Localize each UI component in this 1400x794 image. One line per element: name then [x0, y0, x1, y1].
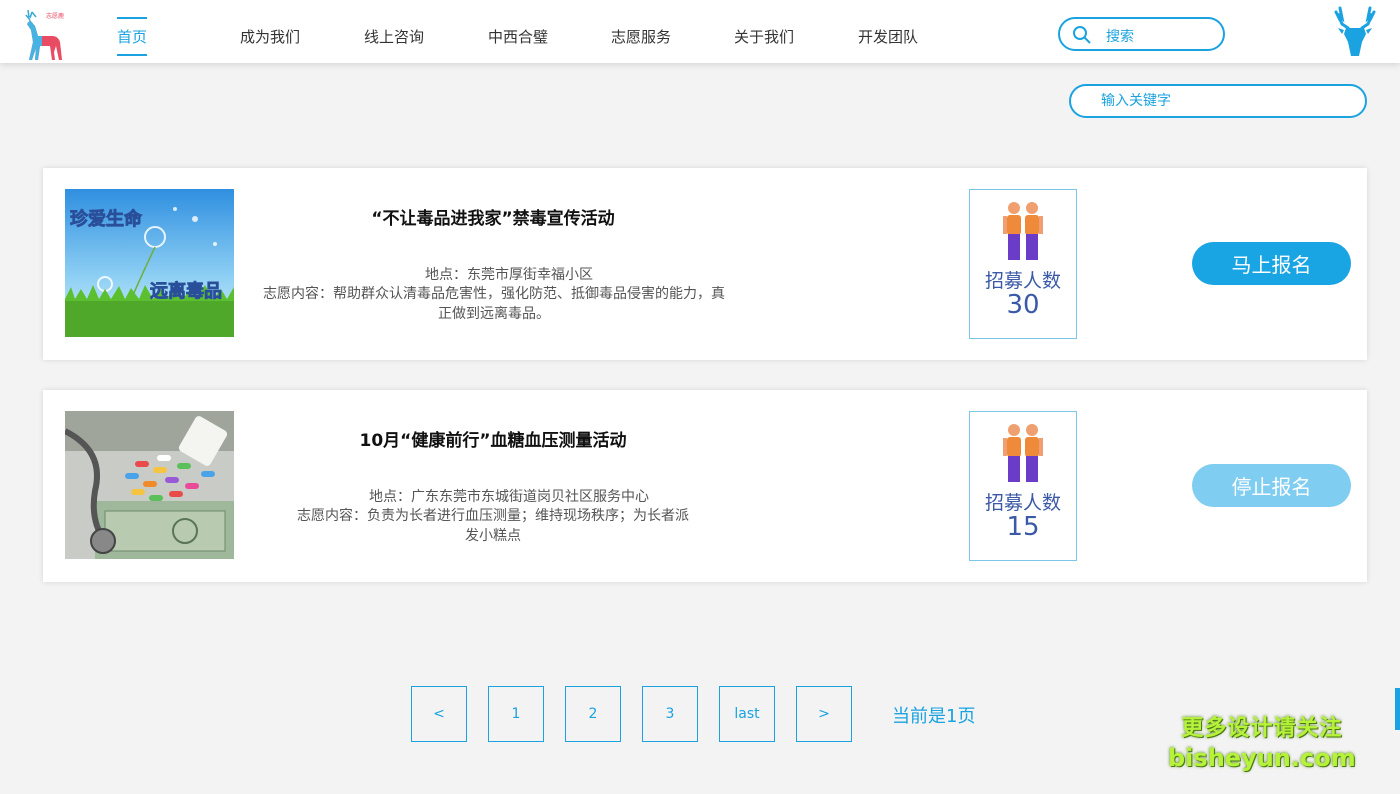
recruit-label: 招募人数: [984, 492, 1061, 514]
last-page-button[interactable]: last: [719, 686, 775, 742]
page-1-button[interactable]: 1: [488, 686, 544, 742]
register-now-button[interactable]: 马上报名: [1192, 242, 1351, 285]
recruit-count-box: 招募人数 15: [969, 411, 1077, 561]
watermark-line-1: 更多设计请关注: [1181, 716, 1343, 741]
watermark-line-2: bisheyun.com: [1168, 744, 1356, 772]
nav-item-dev-team[interactable]: 开发团队: [858, 26, 918, 47]
activity-image-anti-drug: 珍爱生命 远离毒品: [65, 189, 234, 337]
logo-text: 志愿鹿: [46, 12, 64, 20]
side-scroll-tab[interactable]: [1395, 688, 1400, 730]
recruit-count: 30: [1006, 290, 1040, 320]
search-label: 搜索: [1106, 29, 1134, 45]
watermark: 更多设计请关注 bisheyun.com: [1168, 715, 1356, 773]
recruit-label: 招募人数: [984, 270, 1061, 292]
activity-image-health-check: [65, 411, 234, 559]
top-navigation-bar: 志愿鹿 首页 成为我们 线上咨询 中西合璧 志愿服务 关于我们 开发团队 搜索: [0, 0, 1400, 63]
next-page-button[interactable]: >: [796, 686, 852, 742]
nav-item-home[interactable]: 首页: [117, 17, 148, 56]
current-page-status: 当前是1页: [892, 706, 976, 727]
registration-closed-button[interactable]: 停止报名: [1192, 464, 1351, 507]
people-icon: [1003, 424, 1043, 482]
search-button[interactable]: 搜索: [1058, 17, 1225, 51]
activity-location: 地点：广东东莞市东城街道岗贝社区服务中心: [369, 489, 649, 505]
people-icon: [1003, 202, 1043, 260]
search-icon: [1073, 26, 1091, 44]
activity-location: 地点：东莞市厚街幸福小区: [425, 267, 593, 283]
image-caption-bottom: 远离毒品: [150, 280, 222, 302]
activity-title[interactable]: “不让毒品进我家”禁毒宣传活动: [273, 204, 713, 229]
nav-item-online-consult[interactable]: 线上咨询: [364, 26, 424, 47]
recruit-count-box: 招募人数 30: [969, 189, 1077, 339]
deer-head-icon[interactable]: [1332, 6, 1378, 60]
page-2-button[interactable]: 2: [565, 686, 621, 742]
activity-card: 珍爱生命 远离毒品 “不让毒品进我家”禁毒宣传活动 地点：东莞市厚街幸福小区 志…: [43, 168, 1367, 360]
activity-card: 10月“健康前行”血糖血压测量活动 地点：广东东莞市东城街道岗贝社区服务中心 志…: [43, 390, 1367, 582]
nav-item-chinese-western[interactable]: 中西合璧: [488, 26, 548, 47]
activity-description: 志愿内容：帮助群众认清毒品危害性，强化防范、抵御毒品侵害的能力，真正做到远离毒品…: [263, 286, 725, 322]
deer-logo-icon[interactable]: 志愿鹿: [18, 8, 68, 64]
nav-item-about-us[interactable]: 关于我们: [734, 26, 794, 47]
keyword-input[interactable]: [1069, 84, 1367, 118]
page-3-button[interactable]: 3: [642, 686, 698, 742]
activity-description: 志愿内容：负责为长者进行血压测量；维持现场秩序；为长者派发小糕点: [297, 508, 689, 544]
recruit-count: 15: [1006, 512, 1040, 542]
image-caption-top: 珍爱生命: [70, 208, 143, 230]
activity-title[interactable]: 10月“健康前行”血糖血压测量活动: [273, 426, 713, 451]
prev-page-button[interactable]: <: [411, 686, 467, 742]
nav-item-volunteer-service[interactable]: 志愿服务: [611, 26, 671, 47]
nav-item-join-us[interactable]: 成为我们: [240, 26, 300, 47]
